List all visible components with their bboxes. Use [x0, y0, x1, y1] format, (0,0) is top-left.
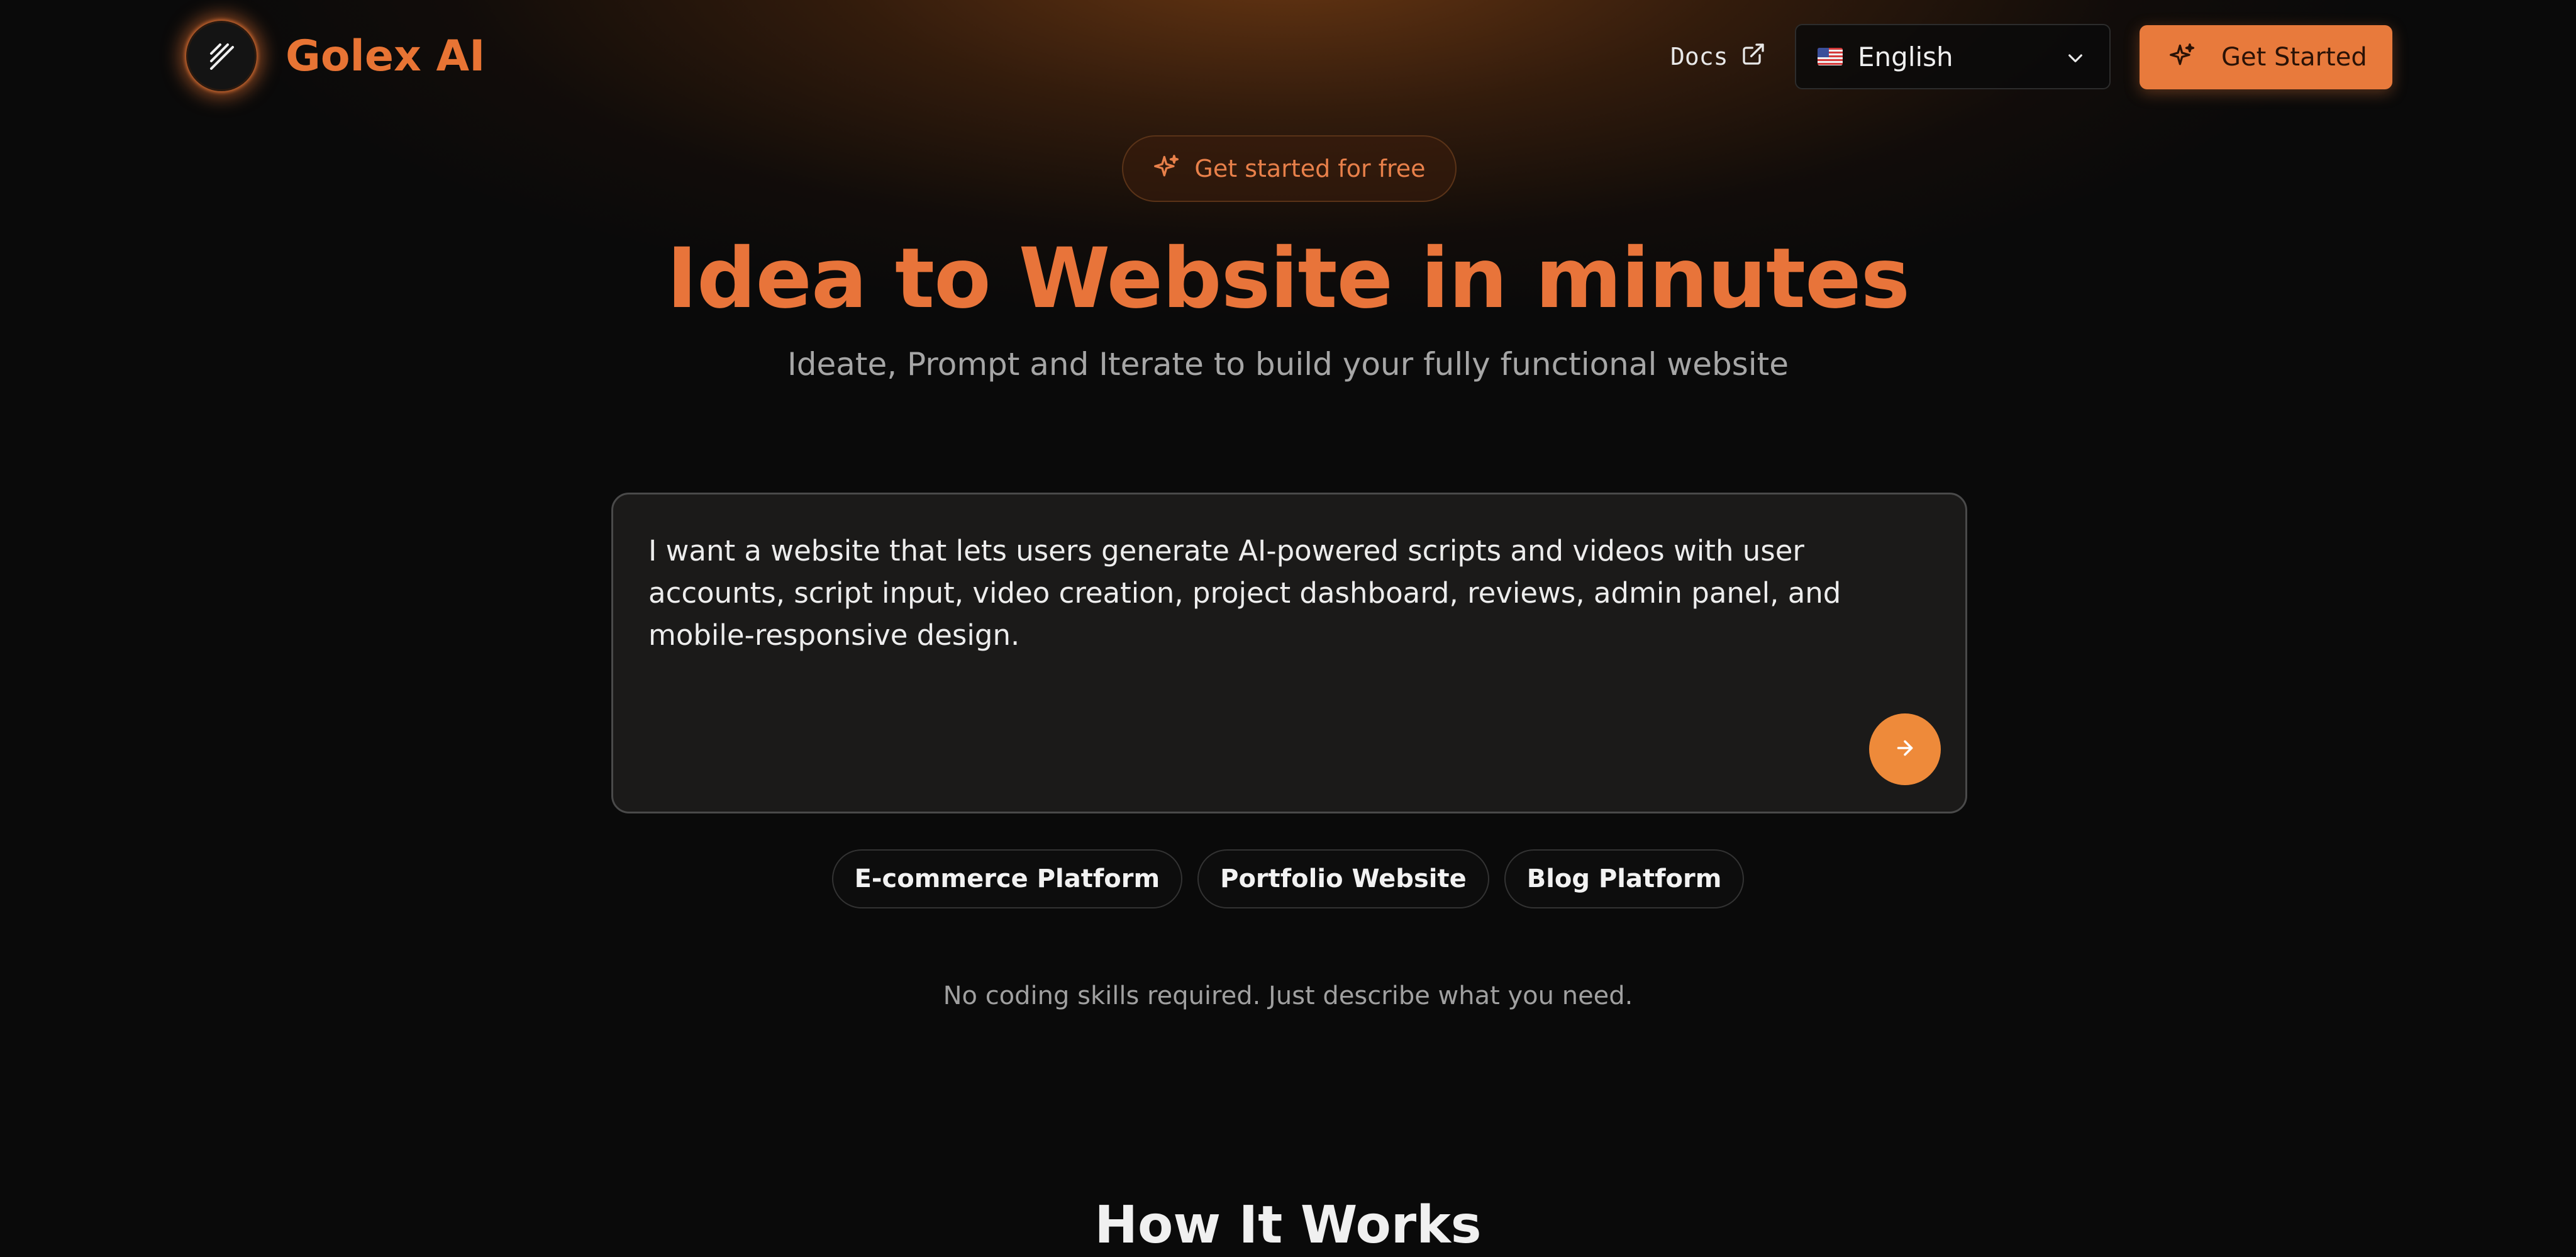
prompt-input[interactable]: I want a website that lets users generat…	[611, 493, 1967, 813]
pill-label: Get started for free	[1194, 155, 1426, 182]
external-link-icon	[1741, 42, 1766, 72]
chevron-down-icon	[2065, 48, 2085, 70]
docs-label: Docs	[1670, 43, 1728, 70]
language-label: English	[1858, 41, 1953, 72]
no-coding-note: No coding skills required. Just describe…	[943, 981, 1633, 1010]
send-button[interactable]	[1869, 713, 1941, 785]
suggestion-chips: E-commerce Platform Portfolio Website Bl…	[0, 849, 2576, 908]
logo-icon[interactable]	[186, 21, 257, 91]
docs-link[interactable]: Docs	[1670, 38, 1766, 75]
landing-page: Golex AI Docs English Get Started Get st…	[0, 0, 2576, 1257]
get-started-free-pill[interactable]: Get started for free	[1122, 135, 1457, 202]
language-select[interactable]: English	[1795, 24, 2111, 89]
arrow-right-icon	[1894, 737, 1916, 762]
suggestion-chip-ecommerce[interactable]: E-commerce Platform	[831, 849, 1183, 908]
brand-name[interactable]: Golex AI	[286, 28, 485, 86]
sparkle-icon	[2168, 42, 2196, 72]
get-started-label: Get Started	[2221, 43, 2367, 72]
hero-headline: Idea to Website in minutes	[666, 230, 1910, 327]
suggestion-chip-portfolio[interactable]: Portfolio Website	[1197, 849, 1489, 908]
how-it-works-heading: How It Works	[1094, 1195, 1482, 1255]
hero-subheadline: Ideate, Prompt and Iterate to build your…	[787, 346, 1789, 383]
us-flag-icon	[1818, 48, 1843, 65]
suggestion-chip-blog[interactable]: Blog Platform	[1504, 849, 1745, 908]
get-started-button[interactable]: Get Started	[2140, 25, 2392, 89]
sparkle-icon	[1153, 154, 1180, 184]
prompt-text[interactable]: I want a website that lets users generat…	[648, 530, 1919, 656]
